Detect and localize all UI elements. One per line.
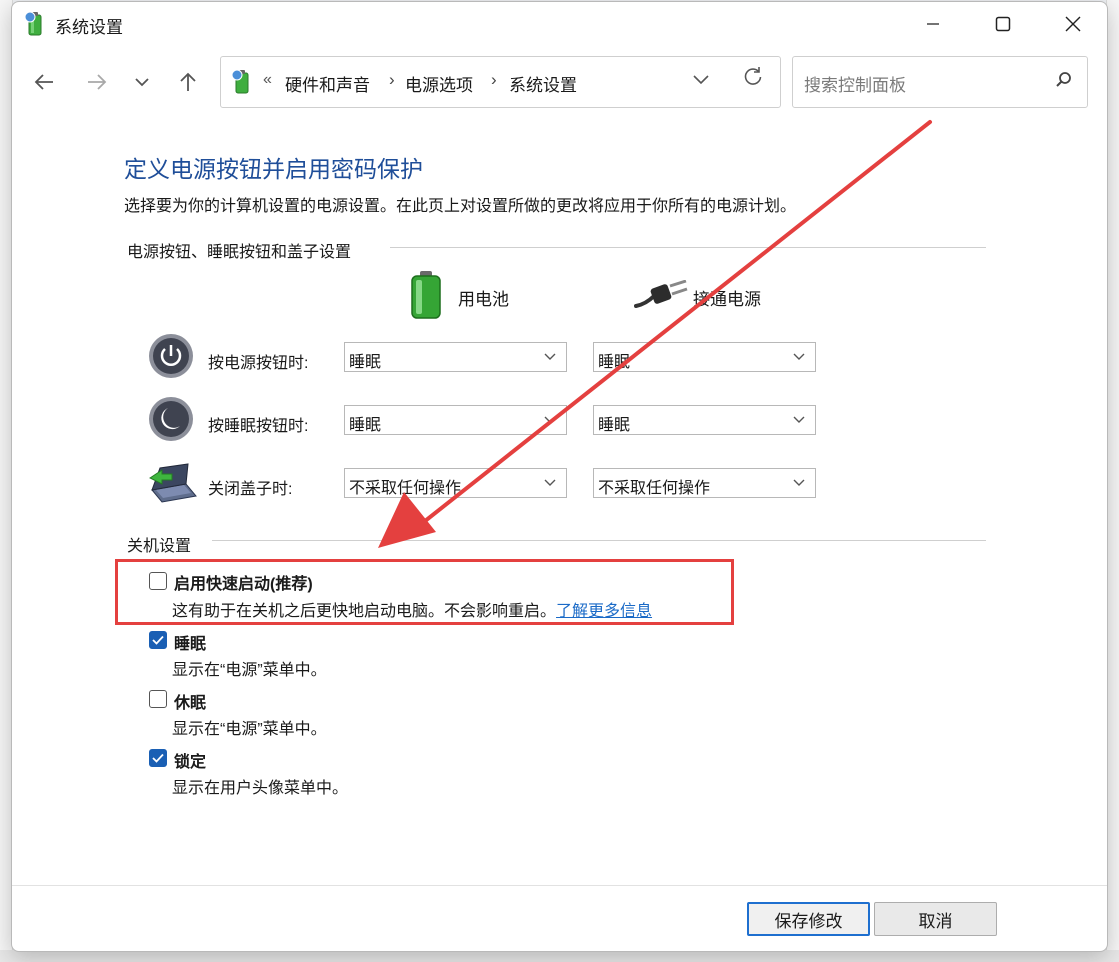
lid-close-battery-select[interactable]: 不采取任何操作 [344, 468, 567, 498]
chevron-down-icon [793, 349, 805, 364]
page-title: 定义电源按钮并启用密码保护 [124, 156, 423, 182]
section-divider [212, 540, 986, 541]
refresh-icon [744, 67, 762, 85]
battery-icon [411, 271, 441, 319]
back-button[interactable] [29, 67, 59, 97]
checkmark-icon [152, 753, 164, 763]
annotation-highlight-box [115, 559, 734, 625]
sleep-option-description: 显示在“电源”菜单中。 [172, 662, 327, 679]
power-button-label: 按电源按钮时: [208, 355, 309, 372]
chevron-down-icon [544, 349, 556, 364]
chevron-down-icon [544, 412, 556, 427]
lock-checkbox[interactable] [149, 749, 167, 767]
forward-button[interactable] [82, 67, 112, 97]
section-divider [390, 247, 986, 248]
checkmark-icon [152, 635, 164, 645]
search-box[interactable]: 搜索控制面板 [792, 56, 1088, 108]
arrow-right-icon [88, 74, 107, 90]
system-settings-window: 系统设置 « 硬件和声音 › 电源选项 › 系统设置 搜索控制面板 定义电源按钮… [11, 1, 1108, 952]
power-plug-icon [634, 280, 688, 308]
breadcrumb-separator: › [491, 70, 497, 89]
select-value: 不采取任何操作 [598, 480, 711, 497]
address-bar[interactable]: « 硬件和声音 › 电源选项 › 系统设置 [220, 56, 781, 108]
hibernate-checkbox[interactable] [149, 690, 167, 708]
chevron-down-icon [135, 78, 149, 87]
select-value: 不采取任何操作 [349, 480, 462, 497]
search-icon[interactable] [1055, 71, 1073, 89]
sleep-option-title: 睡眠 [174, 636, 207, 653]
select-value: 睡眠 [349, 354, 382, 371]
navigation-bar: « 硬件和声音 › 电源选项 › 系统设置 搜索控制面板 [12, 54, 1107, 110]
chevron-down-icon [793, 475, 805, 490]
sleep-button-plugged-select[interactable]: 睡眠 [593, 405, 816, 435]
sleep-button-label: 按睡眠按钮时: [208, 418, 309, 435]
power-button-icon [149, 334, 193, 378]
window-title: 系统设置 [55, 18, 123, 37]
lid-close-label: 关闭盖子时: [208, 481, 293, 498]
sleep-button-battery-select[interactable]: 睡眠 [344, 405, 567, 435]
minimize-icon [927, 23, 939, 25]
chevron-down-icon [793, 412, 805, 427]
up-button[interactable] [173, 67, 203, 97]
chevron-down-icon [544, 475, 556, 490]
save-changes-button[interactable]: 保存修改 [747, 902, 870, 936]
recent-locations-button[interactable] [127, 67, 157, 97]
power-options-app-icon [24, 11, 42, 36]
search-input[interactable]: 搜索控制面板 [804, 71, 906, 96]
hibernate-option-title: 休眠 [174, 695, 207, 712]
column-plugged-in: 接通电源 [693, 290, 761, 309]
title-bar: 系统设置 [12, 2, 1107, 46]
lock-option-description: 显示在用户头像菜单中。 [172, 780, 349, 797]
column-on-battery: 用电池 [458, 290, 509, 309]
close-icon [1065, 16, 1081, 32]
breadcrumb-separator: › [389, 70, 395, 89]
maximize-icon [995, 16, 1011, 32]
laptop-lid-icon [149, 463, 197, 503]
page-description: 选择要为你的计算机设置的电源设置。在此页上对设置所做的更改将应用于你所有的电源计… [124, 198, 797, 215]
lid-close-plugged-select[interactable]: 不采取任何操作 [593, 468, 816, 498]
cancel-button[interactable]: 取消 [874, 902, 997, 936]
select-value: 睡眠 [598, 417, 631, 434]
sleep-checkbox[interactable] [149, 631, 167, 649]
address-dropdown-button[interactable] [693, 69, 709, 90]
select-value: 睡眠 [598, 354, 631, 371]
breadcrumb-system-settings[interactable]: 系统设置 [509, 71, 577, 96]
breadcrumb-power-options[interactable]: 电源选项 [405, 71, 473, 96]
breadcrumb-overflow[interactable]: « [263, 71, 272, 89]
select-value: 睡眠 [349, 417, 382, 434]
power-button-plugged-select[interactable]: 睡眠 [593, 342, 816, 372]
close-button[interactable] [1050, 6, 1096, 42]
sleep-button-icon [149, 397, 193, 441]
power-options-location-icon [231, 69, 249, 94]
lock-option-title: 锁定 [174, 754, 207, 771]
hibernate-option-description: 显示在“电源”菜单中。 [172, 721, 327, 738]
breadcrumb-hardware-and-sound[interactable]: 硬件和声音 [285, 71, 370, 96]
power-buttons-section-label: 电源按钮、睡眠按钮和盖子设置 [127, 244, 352, 261]
power-button-battery-select[interactable]: 睡眠 [344, 342, 567, 372]
minimize-button[interactable] [910, 6, 956, 42]
footer-divider [12, 885, 1107, 886]
maximize-button[interactable] [980, 6, 1026, 42]
refresh-button[interactable] [743, 66, 763, 92]
arrow-up-icon [180, 72, 196, 91]
arrow-left-icon [34, 74, 53, 90]
shutdown-section-label: 关机设置 [127, 538, 192, 555]
chevron-down-icon [693, 75, 709, 85]
